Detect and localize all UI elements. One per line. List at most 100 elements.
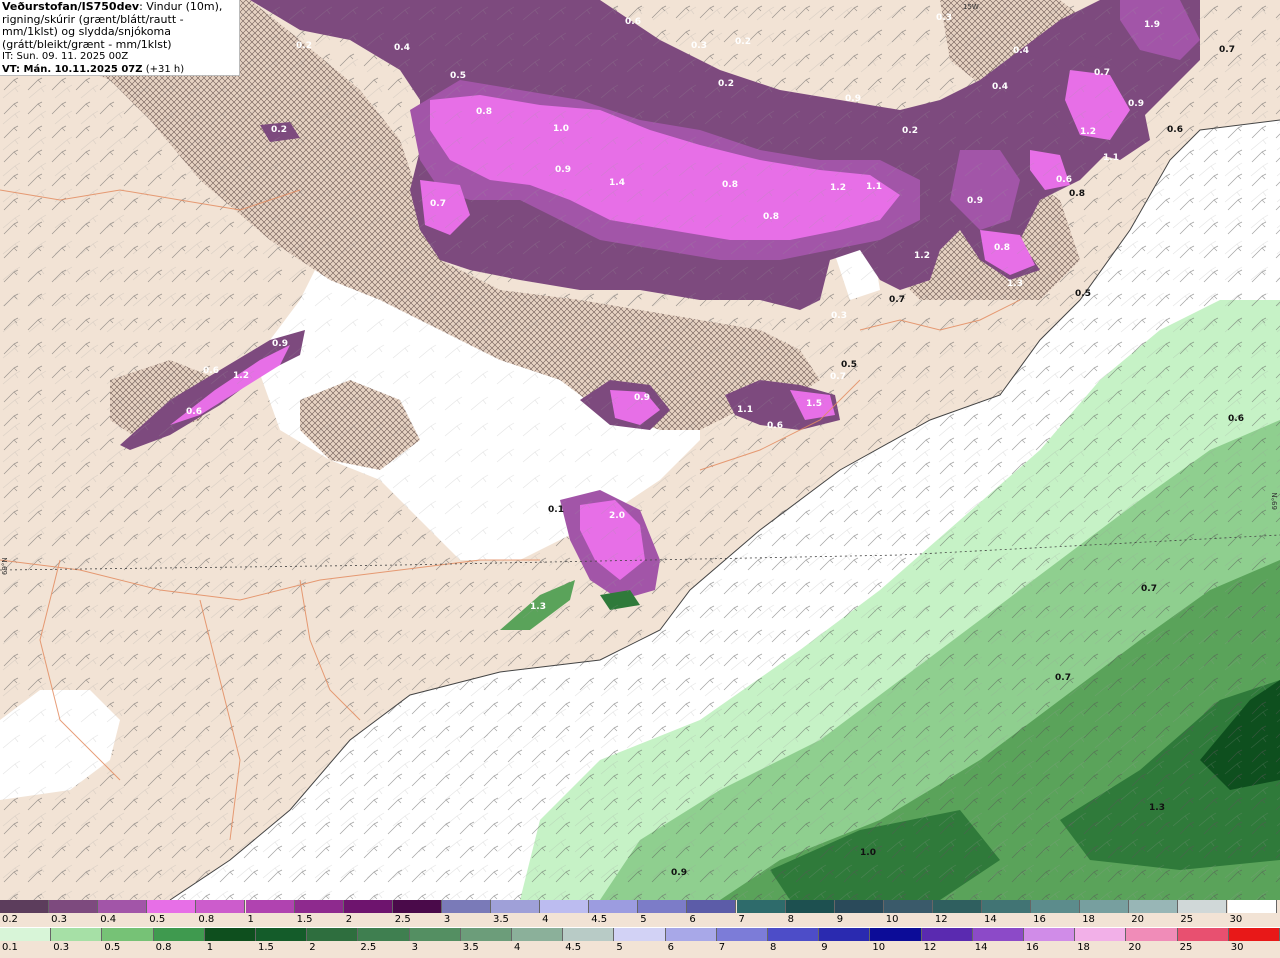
snow-scale-label: 3.5 xyxy=(493,914,509,925)
snow-scale-swatch xyxy=(392,900,442,913)
precip-value-label: 0.5 xyxy=(841,360,857,370)
precip-value-label: 0.3 xyxy=(936,13,952,23)
info-vt-line: VT: Mán. 10.11.2025 07Z (+31 h) xyxy=(2,64,239,77)
rain-scale-label: 7 xyxy=(718,942,726,953)
rain-scale-swatch xyxy=(256,928,308,941)
snow-scale-label: 2 xyxy=(345,914,353,925)
lat-label-right: 69°N xyxy=(1271,492,1279,510)
rain-scale-label: 1 xyxy=(206,942,214,953)
precip-value-label: 0.9 xyxy=(967,196,983,206)
rain-scale-label: 9 xyxy=(821,942,828,953)
precip-value-label: 0.6 xyxy=(203,366,219,376)
precip-value-label: 0.8 xyxy=(722,180,738,190)
precip-value-label: 1.4 xyxy=(609,178,625,188)
precip-value-label: 0.2 xyxy=(296,41,312,51)
snow-scale-swatches xyxy=(0,900,1280,913)
snow-scale-label: 6 xyxy=(689,914,696,925)
precip-value-label: 1.2 xyxy=(1080,127,1096,137)
precip-value-label: 1.2 xyxy=(830,183,846,193)
rain-scale-label: 10 xyxy=(872,942,886,953)
precip-value-label: 0.8 xyxy=(476,107,492,117)
precip-value-label: 0.9 xyxy=(555,165,571,175)
precip-value-label: 0.5 xyxy=(1075,289,1091,299)
precip-value-label: 0.4 xyxy=(992,82,1008,92)
precip-value-label: 1.2 xyxy=(914,251,930,261)
snow-scale-label: 14 xyxy=(984,914,997,925)
snow-scale-swatch xyxy=(441,900,491,913)
snow-scale-swatch xyxy=(540,900,590,913)
precip-value-label: 0.2 xyxy=(735,37,751,47)
precip-value-label: 1.1 xyxy=(737,405,753,415)
rain-scale-swatch xyxy=(972,928,1024,941)
rain-scale-swatch xyxy=(819,928,871,941)
rain-scale-label: 8 xyxy=(770,942,777,953)
lon-label-top: 15W xyxy=(963,3,979,11)
snow-scale-label: 0.3 xyxy=(51,914,67,925)
snow-scale-swatch xyxy=(736,900,786,913)
info-source: Veðurstofan/IS750dev xyxy=(2,0,140,13)
info-vt-label: VT: Mán. 10.11.2025 07Z xyxy=(2,63,143,75)
precip-value-label: 1.3 xyxy=(530,602,546,612)
precip-value-label: 0.3 xyxy=(691,41,707,51)
precip-value-label: 0.9 xyxy=(845,94,861,104)
rain-scale-swatch xyxy=(870,928,922,941)
rain-scale-label: 3 xyxy=(411,942,418,953)
precip-value-label: 1.9 xyxy=(1144,20,1160,30)
rain-scale-swatch xyxy=(1075,928,1127,941)
rain-scale-swatch xyxy=(409,928,461,941)
snow-scale-label: 16 xyxy=(1033,914,1046,925)
snow-scale-label: 0.8 xyxy=(198,914,215,925)
snow-scale-swatch xyxy=(1178,900,1228,913)
precip-value-label: 0.7 xyxy=(1094,68,1110,78)
snow-scale-label: 10 xyxy=(885,914,899,925)
rain-scale-label: 0.8 xyxy=(155,942,172,953)
precip-value-label: 1.2 xyxy=(233,371,249,381)
precip-value-label: 0.4 xyxy=(394,43,410,53)
snow-scale-swatch xyxy=(49,900,99,913)
snow-scale-label: 0.2 xyxy=(2,914,18,925)
snow-scale-swatch xyxy=(932,900,982,913)
rain-scale-swatch xyxy=(204,928,256,941)
rain-scale-swatch xyxy=(716,928,768,941)
rain-scale-label: 0.5 xyxy=(104,942,121,953)
precip-value-label: 0.7 xyxy=(889,295,905,305)
rain-scale-label: 4 xyxy=(514,942,521,953)
snow-scale-label: 12 xyxy=(934,914,948,925)
rain-scale-swatch xyxy=(1177,928,1229,941)
precip-value-label: 0.1 xyxy=(548,505,564,515)
rain-scale-swatches xyxy=(0,928,1280,941)
rain-scale-swatch xyxy=(1024,928,1076,941)
rain-scale-label: 20 xyxy=(1128,942,1142,953)
precip-value-label: 2.0 xyxy=(609,511,625,521)
snow-scale-label: 9 xyxy=(836,914,844,925)
snow-color-scale: 0.2 0.3 0.4 0.5 0.8 1 1.5 2 2.5 3 3.5 4 4.5 5 6 7 8 9 10 12… xyxy=(0,900,1280,927)
precip-value-label: 0.8 xyxy=(763,212,779,222)
precip-value-label: 0.8 xyxy=(994,243,1010,253)
snow-scale-swatch xyxy=(98,900,148,913)
precip-value-label: 1.5 xyxy=(806,399,822,409)
precip-value-label: 0.7 xyxy=(1219,45,1235,55)
precip-value-label: 0.7 xyxy=(830,372,846,382)
rain-scale-label: 2 xyxy=(309,942,316,953)
snow-scale-label: 0.5 xyxy=(149,914,166,925)
snow-scale-swatch xyxy=(196,900,246,913)
weather-map: 69°N 69°N 15W 0.2 0.4 0.5 0.6 0.3 0.2 0.2 0.2 0.… xyxy=(0,0,1280,900)
snow-scale-labels: 0.2 0.3 0.4 0.5 0.8 1 1.5 2 2.5 3 3.5 4 4.5 5 6 7 8 9 10 12… xyxy=(0,913,1280,927)
rain-scale-label: 14 xyxy=(974,942,988,953)
precip-value-label: 1.3 xyxy=(1007,279,1023,289)
rain-scale-label: 4.5 xyxy=(565,942,582,953)
precip-value-label: 0.6 xyxy=(625,17,641,27)
snow-scale-swatch xyxy=(294,900,344,913)
precip-value-label: 0.7 xyxy=(1055,673,1071,683)
snow-scale-swatch xyxy=(147,900,197,913)
snow-scale-swatch xyxy=(491,900,541,913)
snow-scale-label: 2.5 xyxy=(394,914,411,925)
precip-value-label: 0.6 xyxy=(1228,414,1244,424)
snow-scale-label: 4.5 xyxy=(591,914,608,925)
rain-scale-swatch xyxy=(0,928,52,941)
precip-value-label: 0.8 xyxy=(1069,189,1085,199)
snow-scale-swatch xyxy=(785,900,835,913)
precip-value-label: 0.5 xyxy=(450,71,466,81)
snow-scale-swatch xyxy=(982,900,1032,913)
rain-scale-label: 3.5 xyxy=(462,942,479,953)
